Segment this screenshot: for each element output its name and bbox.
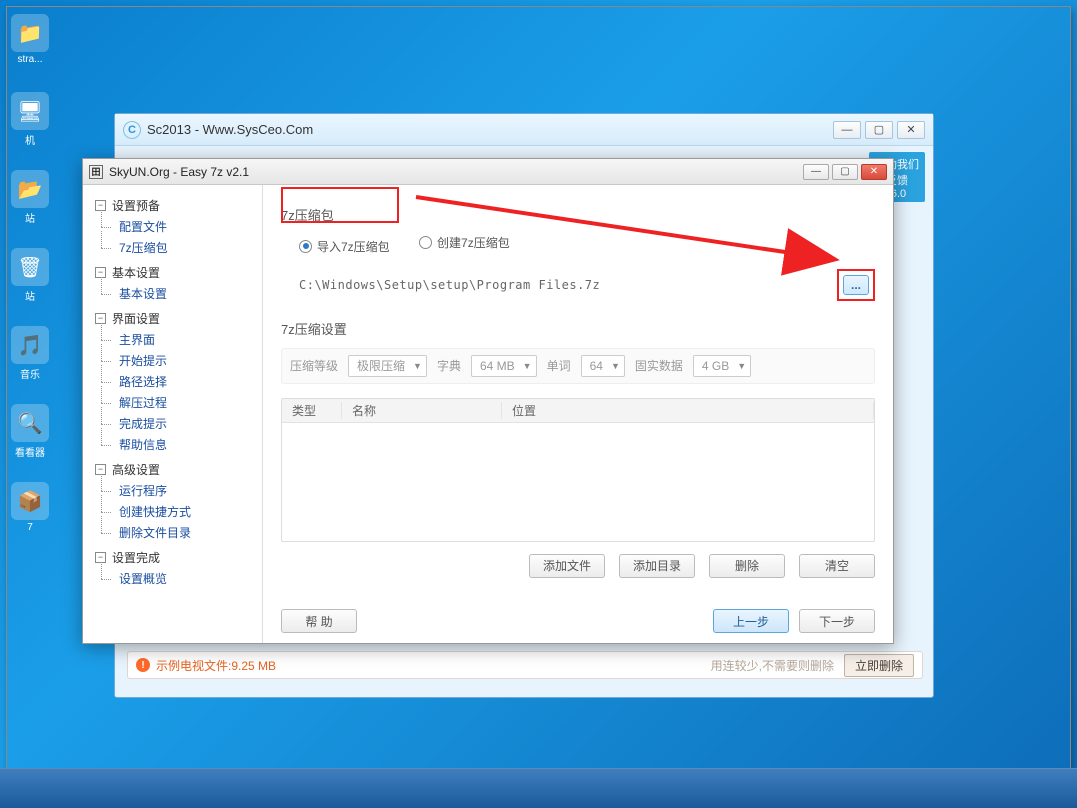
tree-item-help-info[interactable]: 帮助信息 [87,434,258,455]
desktop-icon[interactable]: 📂站 [6,170,54,230]
desktop-icon[interactable]: 📁stra... [6,14,54,74]
desktop-icon[interactable]: 🎵音乐 [6,326,54,386]
tree-item-extract-progress[interactable]: 解压过程 [87,392,258,413]
radio-create-7z[interactable]: 创建7z压缩包 [419,234,510,251]
archive-path-text: C:\Windows\Setup\setup\Program Files.7z [299,278,600,292]
add-file-button[interactable]: 添加文件 [529,554,605,578]
radio-icon [299,240,312,253]
example-file-label: 示例电视文件:9.25 MB [156,657,276,674]
add-dir-button[interactable]: 添加目录 [619,554,695,578]
titlebar-easy7z[interactable]: 田 SkyUN.Org - Easy 7z v2.1 — ▢ ✕ [83,159,893,185]
delete-now-button[interactable]: 立即删除 [844,654,914,677]
combo-compress-level[interactable]: 极限压缩▼ [348,355,427,377]
tree-item-main-ui[interactable]: 主界面 [87,329,258,350]
window-title: Sc2013 - Www.SysCeo.Com [147,122,313,137]
combo-solid[interactable]: 4 GB▼ [693,355,751,377]
tree-item-finish-hint[interactable]: 完成提示 [87,413,258,434]
tree-item-7z-archive[interactable]: 7z压缩包 [87,237,258,258]
radio-import-7z[interactable]: 导入7z压缩包 [299,238,390,255]
maximize-button[interactable]: ▢ [865,121,893,139]
table-header-type[interactable]: 类型 [282,402,342,419]
close-button[interactable]: ✕ [861,164,887,180]
tree-item-run-program[interactable]: 运行程序 [87,480,258,501]
chevron-down-icon: ▼ [737,361,746,371]
annotation-box-browse: ... [837,269,875,301]
label-compress-level: 压缩等级 [290,357,338,374]
desktop-icon[interactable]: 🗑站 [6,248,54,308]
chevron-down-icon: ▼ [413,361,422,371]
maximize-button[interactable]: ▢ [832,164,858,180]
chevron-down-icon: ▼ [611,361,620,371]
section-7z-settings-title: 7z压缩设置 [281,319,875,338]
taskbar[interactable] [0,768,1077,808]
table-header-location[interactable]: 位置 [502,402,874,419]
prev-button[interactable]: 上一步 [713,609,789,633]
tree-item-create-shortcut[interactable]: 创建快捷方式 [87,501,258,522]
app-icon: 田 [89,165,103,179]
label-solid: 固实数据 [635,357,683,374]
desktop-icons: 📁stra... 🖥机 📂站 🗑站 🎵音乐 🔍看看器 📦7 [0,0,60,570]
chevron-down-icon: ▼ [523,361,532,371]
tree-item-start-hint[interactable]: 开始提示 [87,350,258,371]
window-title: SkyUN.Org - Easy 7z v2.1 [109,165,249,179]
browse-button[interactable]: ... [843,275,869,295]
label-dictionary: 字典 [437,357,461,374]
desktop-icon[interactable]: 🔍看看器 [6,404,54,464]
tree-group-finish[interactable]: −设置完成 [87,547,258,568]
titlebar-sc2013[interactable]: C Sc2013 - Www.SysCeo.Com — ▢ ✕ [115,114,933,146]
main-panel: 7z压缩包 导入7z压缩包 创建7z压缩包 C:\Windows\Setup\s… [263,185,893,643]
desktop-icon[interactable]: 📦7 [6,482,54,542]
annotation-box-title [281,187,399,223]
bottom-note: 用连较少,不需要则删除 [711,657,834,674]
tree-item-path-select[interactable]: 路径选择 [87,371,258,392]
combo-word[interactable]: 64▼ [581,355,625,377]
label-word: 单词 [547,357,571,374]
app-icon: C [123,121,141,139]
table-header-name[interactable]: 名称 [342,402,502,419]
tree-item-delete-dirs[interactable]: 删除文件目录 [87,522,258,543]
help-button[interactable]: 帮 助 [281,609,357,633]
clear-button[interactable]: 清空 [799,554,875,578]
tree-group-setup[interactable]: −设置预备 [87,195,258,216]
minimize-button[interactable]: — [803,164,829,180]
tree-group-basic[interactable]: −基本设置 [87,262,258,283]
radio-icon [419,236,432,249]
compression-options-row: 压缩等级 极限压缩▼ 字典 64 MB▼ 单词 64▼ 固实数据 4 GB▼ [281,348,875,384]
remove-button[interactable]: 删除 [709,554,785,578]
files-table[interactable]: 类型 名称 位置 [281,398,875,542]
bottom-status-row: ! 示例电视文件:9.25 MB 用连较少,不需要则删除 立即删除 [127,651,923,679]
tree-item-config-file[interactable]: 配置文件 [87,216,258,237]
desktop-icon[interactable]: 🖥机 [6,92,54,152]
combo-dictionary[interactable]: 64 MB▼ [471,355,537,377]
close-button[interactable]: ✕ [897,121,925,139]
tree-group-ui[interactable]: −界面设置 [87,308,258,329]
window-easy7z: 田 SkyUN.Org - Easy 7z v2.1 — ▢ ✕ −设置预备 配… [82,158,894,644]
warning-icon: ! [136,658,150,672]
tree-group-advanced[interactable]: −高级设置 [87,459,258,480]
minimize-button[interactable]: — [833,121,861,139]
tree-item-basic-settings[interactable]: 基本设置 [87,283,258,304]
tree-item-overview[interactable]: 设置概览 [87,568,258,589]
next-button[interactable]: 下一步 [799,609,875,633]
sidebar-tree: −设置预备 配置文件 7z压缩包 −基本设置 基本设置 −界面设置 主界面 开始… [83,185,263,643]
